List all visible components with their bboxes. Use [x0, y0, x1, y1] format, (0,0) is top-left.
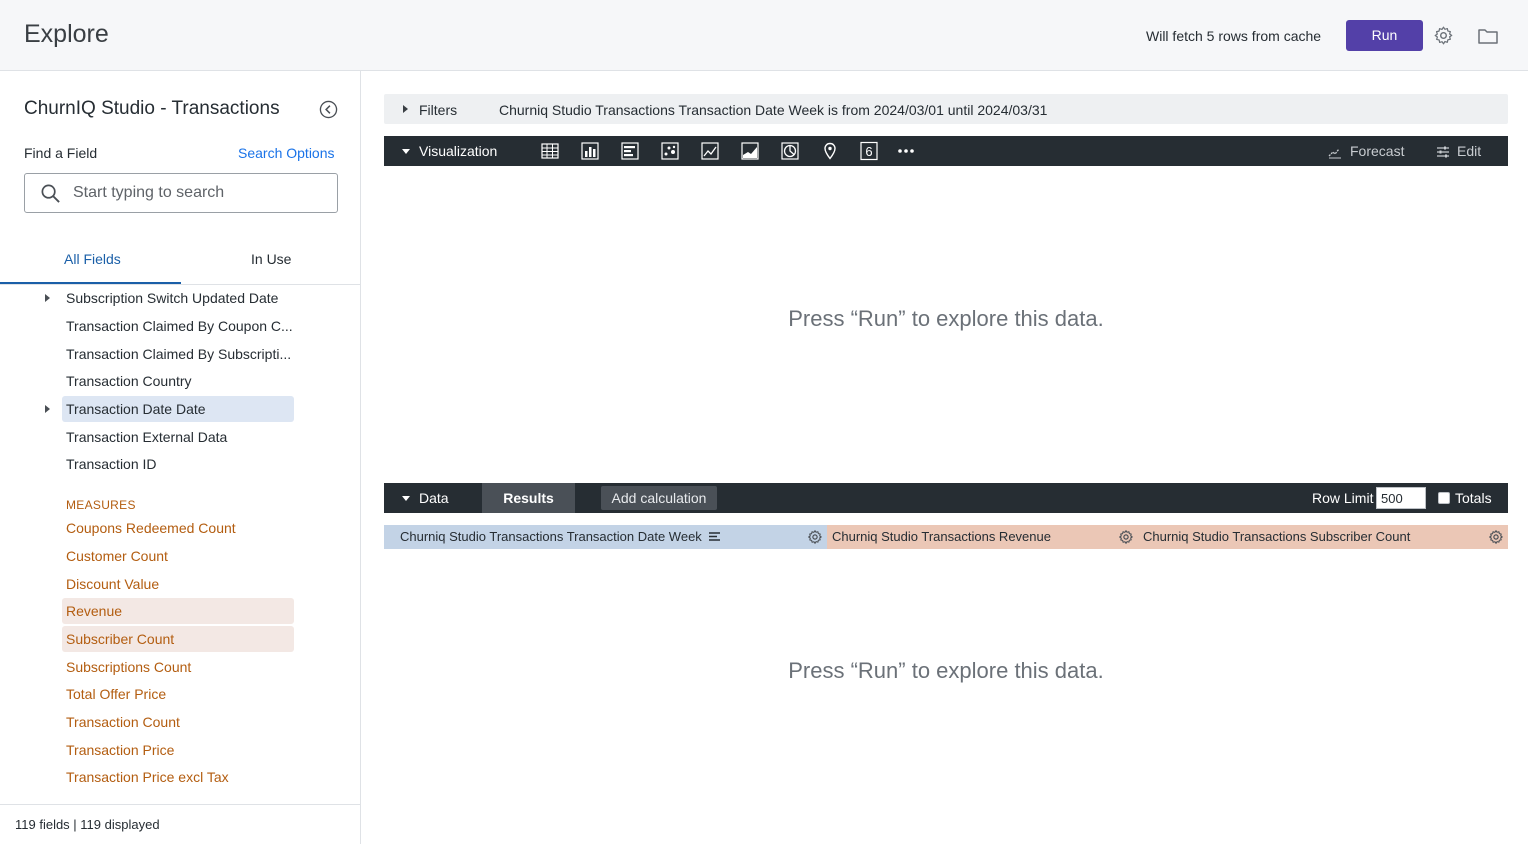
model-title: ChurnIQ Studio - Transactions: [24, 98, 280, 119]
bar-chart-icon[interactable]: [620, 141, 640, 161]
add-calculation-button[interactable]: Add calculation: [601, 486, 717, 510]
measure-item[interactable]: Coupons Redeemed Count: [62, 515, 294, 541]
collapse-caret-icon[interactable]: [402, 496, 410, 501]
field-item[interactable]: Subscription Switch Updated Date: [62, 285, 294, 311]
collapse-panel-icon[interactable]: [319, 100, 338, 119]
field-picker: ChurnIQ Studio - Transactions Find a Fie…: [0, 71, 361, 844]
data-bar: Data Results Add calculation Row Limit T…: [384, 483, 1508, 513]
scatter-icon[interactable]: [660, 141, 680, 161]
gear-icon[interactable]: [807, 529, 823, 545]
run-button[interactable]: Run: [1346, 20, 1423, 51]
search-options-link[interactable]: Search Options: [238, 145, 335, 161]
active-tab-indicator: [0, 282, 181, 284]
field-item[interactable]: Transaction External Data: [62, 424, 294, 450]
field-item[interactable]: Transaction Country: [62, 368, 294, 394]
table-icon[interactable]: [540, 141, 560, 161]
edit-button[interactable]: Edit: [1457, 143, 1481, 159]
measure-item[interactable]: Transaction Price excl Tax: [62, 764, 294, 790]
data-label[interactable]: Data: [419, 490, 449, 506]
column-header-label: Churniq Studio Transactions Transaction …: [400, 529, 702, 544]
visualization-bar: Visualization 6 Forecast Edit: [384, 136, 1508, 166]
page-title: Explore: [24, 20, 109, 48]
field-item[interactable]: Transaction ID: [62, 451, 294, 477]
column-header-measure[interactable]: Churniq Studio Transactions Subscriber C…: [1138, 525, 1508, 549]
gear-icon[interactable]: [1433, 25, 1454, 46]
tab-in-use[interactable]: In Use: [251, 251, 291, 267]
line-chart-icon[interactable]: [700, 141, 720, 161]
field-search: [24, 173, 338, 213]
field-count: 119 fields | 119 displayed: [15, 817, 160, 832]
sort-icon[interactable]: [708, 531, 721, 543]
column-header-label: Churniq Studio Transactions Revenue: [832, 529, 1051, 544]
totals-label[interactable]: Totals: [1455, 490, 1492, 506]
folder-icon[interactable]: [1478, 27, 1498, 44]
data-empty-message: Press “Run” to explore this data.: [788, 658, 1104, 683]
column-header-label: Churniq Studio Transactions Subscriber C…: [1143, 529, 1411, 544]
filters-bar[interactable]: Filters Churniq Studio Transactions Tran…: [384, 94, 1508, 124]
measure-item[interactable]: Customer Count: [62, 543, 294, 569]
visualization-empty-message: Press “Run” to explore this data.: [788, 306, 1104, 331]
field-tabs: All Fields In Use: [0, 246, 361, 285]
svg-text:6: 6: [865, 144, 872, 159]
cache-status: Will fetch 5 rows from cache: [1146, 28, 1322, 44]
area-chart-icon[interactable]: [740, 141, 760, 161]
forecast-icon[interactable]: [1328, 145, 1342, 159]
measure-item[interactable]: Total Offer Price: [62, 681, 294, 707]
top-bar: Explore Will fetch 5 rows from cache Run: [0, 0, 1528, 71]
field-item-selected[interactable]: Transaction Date Date: [62, 396, 294, 422]
tab-results[interactable]: Results: [482, 483, 575, 513]
column-header-dimension[interactable]: Churniq Studio Transactions Transaction …: [384, 525, 827, 549]
measures-heading: MEASURES: [66, 498, 136, 512]
find-field-label: Find a Field: [24, 145, 98, 161]
edit-settings-icon[interactable]: [1436, 145, 1450, 159]
filters-summary: Churniq Studio Transactions Transaction …: [499, 102, 1048, 118]
column-chart-icon[interactable]: [580, 141, 600, 161]
collapse-caret-icon[interactable]: [402, 149, 410, 154]
expand-caret-icon[interactable]: [45, 405, 50, 413]
row-limit-input[interactable]: [1376, 487, 1426, 509]
single-value-icon[interactable]: 6: [859, 141, 879, 161]
map-pin-icon[interactable]: [820, 141, 840, 161]
totals-checkbox[interactable]: [1438, 492, 1450, 504]
field-item[interactable]: Transaction Claimed By Coupon C...: [62, 313, 294, 339]
gear-icon[interactable]: [1488, 529, 1504, 545]
column-header-measure[interactable]: Churniq Studio Transactions Revenue: [827, 525, 1138, 549]
filters-label[interactable]: Filters: [419, 102, 457, 118]
field-item[interactable]: Transaction Claimed By Subscripti...: [62, 341, 294, 367]
measure-item-selected[interactable]: Revenue: [62, 598, 294, 624]
search-input[interactable]: [73, 183, 323, 203]
expand-caret-icon[interactable]: [403, 105, 408, 113]
tab-all-fields[interactable]: All Fields: [64, 251, 121, 267]
field-count-footer: 119 fields | 119 displayed: [0, 804, 360, 844]
measure-item[interactable]: Transaction Count: [62, 709, 294, 735]
search-icon: [41, 184, 60, 203]
measure-item[interactable]: Subscriptions Count: [62, 654, 294, 680]
pie-chart-icon[interactable]: [780, 141, 800, 161]
measure-item[interactable]: Transaction Price: [62, 737, 294, 763]
gear-icon[interactable]: [1118, 529, 1134, 545]
row-limit-label: Row Limit: [1312, 490, 1374, 506]
measure-item[interactable]: Discount Value: [62, 571, 294, 597]
forecast-button[interactable]: Forecast: [1350, 143, 1404, 159]
expand-caret-icon[interactable]: [45, 294, 50, 302]
more-icon[interactable]: [896, 141, 916, 161]
measure-item-selected[interactable]: Subscriber Count: [62, 626, 294, 652]
visualization-label[interactable]: Visualization: [419, 143, 497, 159]
